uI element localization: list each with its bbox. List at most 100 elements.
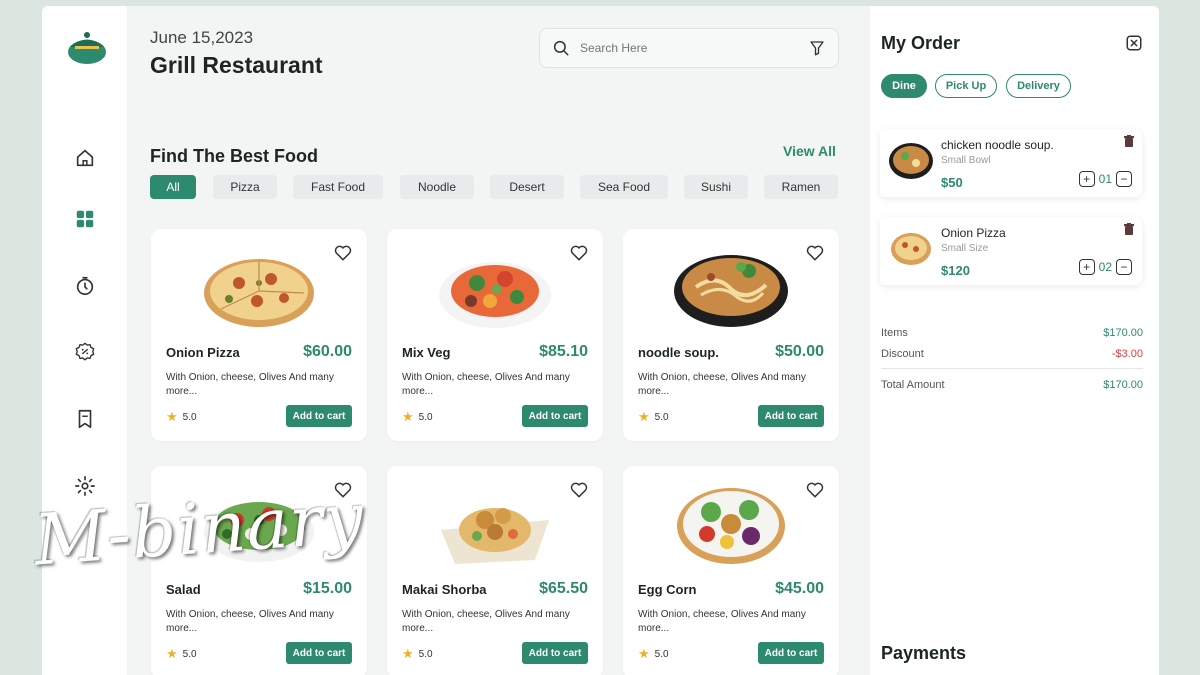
star-icon: ★ [638,646,650,661]
food-card[interactable]: Makai Shorba $65.50 With Onion, cheese, … [387,466,603,675]
minus-icon[interactable]: − [1116,259,1132,275]
summary-divider [881,368,1143,369]
rating: ★ 5.0 [638,646,669,662]
add-to-cart-button[interactable]: Add to cart [758,405,824,427]
rating: ★ 5.0 [166,409,197,425]
app-window: June 15,2023 Grill Restaurant Find The B… [42,6,1159,675]
summary-items: Items $170.00 [881,327,1143,339]
food-name: Mix Veg [402,345,451,360]
food-name: Makai Shorba [402,582,487,597]
discount-icon[interactable] [73,340,97,364]
food-description: With Onion, cheese, Olives And many more… [638,372,806,397]
order-item-name: Onion Pizza [941,226,1006,240]
food-price: $15.00 [303,580,352,597]
food-description: With Onion, cheese, Olives And many more… [402,609,570,634]
order-item-size: Small Size [941,243,989,254]
category-tab-all[interactable]: All [150,175,196,199]
pizza-thumbnail [891,233,931,265]
food-card[interactable]: Onion Pizza $60.00 With Onion, cheese, O… [151,229,367,441]
trash-icon[interactable] [1124,135,1134,147]
star-icon: ★ [402,646,414,661]
makai-shorba-image [441,508,549,564]
rating-value: 5.0 [654,648,669,660]
rating: ★ 5.0 [402,409,433,425]
timer-icon[interactable] [73,274,97,298]
heart-icon[interactable] [805,480,825,500]
payments-title: Payments [881,643,967,663]
category-tab-noodle[interactable]: Noodle [400,175,474,199]
food-name: Egg Corn [638,582,697,597]
order-title: My Order [881,33,961,53]
noodle-soup-image [674,255,788,327]
food-description: With Onion, cheese, Olives And many more… [638,609,806,634]
search-input[interactable] [580,41,808,55]
plus-icon[interactable]: + [1078,259,1095,275]
category-tab-sushi[interactable]: Sushi [684,175,748,199]
order-item-name: chicken noodle soup. [941,138,1054,152]
mode-dine[interactable]: Dine [881,74,927,98]
minus-icon[interactable]: − [1116,171,1132,187]
logo-icon[interactable] [66,28,108,66]
close-icon[interactable] [1125,34,1143,52]
egg-corn-image [677,488,785,564]
food-card[interactable]: noodle soup. $50.00 With Onion, cheese, … [623,229,839,441]
mode-pick-up[interactable]: Pick Up [935,74,997,98]
summary-items-label: Items [881,327,908,339]
quantity-stepper: + 01 − [1078,171,1132,187]
rating: ★ 5.0 [638,409,669,425]
pizza-image [204,259,314,327]
mode-delivery[interactable]: Delivery [1006,74,1071,98]
add-to-cart-button[interactable]: Add to cart [522,642,588,664]
header-date: June 15,2023 [150,28,254,47]
heart-icon[interactable] [805,243,825,263]
star-icon: ★ [402,409,414,424]
rating-value: 5.0 [182,648,197,660]
food-price: $50.00 [775,343,824,360]
order-panel: My Order Dine Pick Up Delivery chicken n… [870,6,1159,675]
bookmark-icon[interactable] [73,407,97,431]
heart-icon[interactable] [333,243,353,263]
summary-discount-value: -$3.00 [1111,348,1143,360]
food-price: $60.00 [303,343,352,360]
food-card[interactable]: Egg Corn $45.00 With Onion, cheese, Oliv… [623,466,839,675]
summary-total-label: Total Amount [881,379,945,391]
add-to-cart-button[interactable]: Add to cart [758,642,824,664]
category-tab-ramen[interactable]: Ramen [764,175,838,199]
food-description: With Onion, cheese, Olives And many more… [166,609,334,634]
food-description: With Onion, cheese, Olives And many more… [166,372,334,397]
heart-icon[interactable] [569,480,589,500]
rating-value: 5.0 [418,411,433,423]
dashboard-icon[interactable] [73,207,97,231]
add-to-cart-button[interactable]: Add to cart [522,405,588,427]
view-all-link[interactable]: View All [783,143,836,159]
add-to-cart-button[interactable]: Add to cart [286,405,352,427]
home-icon[interactable] [73,146,97,170]
add-to-cart-button[interactable]: Add to cart [286,642,352,664]
trash-icon[interactable] [1124,223,1134,235]
order-item[interactable]: chicken noodle soup. Small Bowl $50 + 01… [880,129,1142,197]
food-card[interactable]: Mix Veg $85.10 With Onion, cheese, Olive… [387,229,603,441]
summary-items-value: $170.00 [1103,327,1143,339]
heart-icon[interactable] [569,243,589,263]
plus-icon[interactable]: + [1078,171,1095,187]
order-item-size: Small Bowl [941,155,991,166]
summary-total: Total Amount $170.00 [881,379,1143,391]
food-price: $85.10 [539,343,588,360]
main-content: June 15,2023 Grill Restaurant Find The B… [127,6,863,675]
filter-icon[interactable] [808,39,826,57]
quantity-value: 01 [1098,172,1112,186]
page-title: Grill Restaurant [150,52,323,78]
category-tab-fast-food[interactable]: Fast Food [293,175,383,199]
order-item-price: $120 [941,263,970,278]
star-icon: ★ [166,646,178,661]
category-tab-pizza[interactable]: Pizza [213,175,277,199]
rating: ★ 5.0 [402,646,433,662]
category-tab-sea-food[interactable]: Sea Food [580,175,668,199]
search-bar[interactable] [539,28,839,68]
noodle-soup-thumbnail [889,143,933,179]
food-price: $45.00 [775,580,824,597]
rating-value: 5.0 [182,411,197,423]
category-tab-desert[interactable]: Desert [490,175,564,199]
food-description: With Onion, cheese, Olives And many more… [402,372,570,397]
order-item[interactable]: Onion Pizza Small Size $120 + 02 − [880,217,1142,285]
